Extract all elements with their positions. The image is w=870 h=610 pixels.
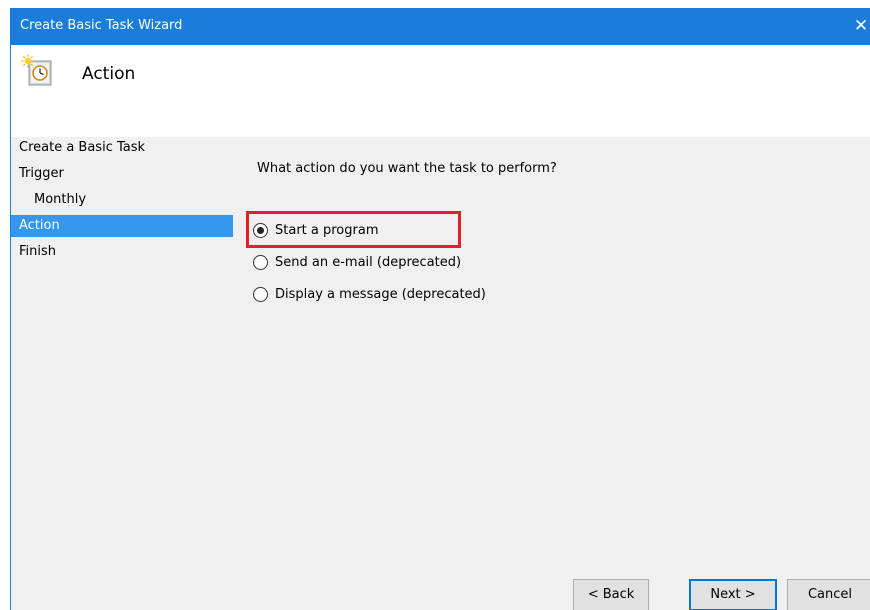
title-bar[interactable]: Create Basic Task Wizard ✕ bbox=[11, 8, 870, 45]
send-email-label[interactable]: Send an e-mail (deprecated) bbox=[275, 255, 461, 270]
step-finish: Finish bbox=[19, 244, 57, 259]
step-action: Action bbox=[11, 215, 233, 237]
start-program-option[interactable]: Start a program bbox=[253, 219, 378, 241]
step-monthly: Monthly bbox=[34, 192, 87, 207]
close-icon[interactable]: ✕ bbox=[851, 8, 870, 45]
send-email-option[interactable]: Send an e-mail (deprecated) bbox=[253, 251, 461, 273]
next-button[interactable]: Next > bbox=[689, 579, 777, 610]
step-trigger: Trigger bbox=[19, 166, 64, 181]
display-message-radio[interactable] bbox=[253, 286, 268, 302]
step-create-basic-task: Create a Basic Task bbox=[19, 140, 146, 155]
wizard-window: Create Basic Task Wizard ✕ Action Create… bbox=[10, 8, 870, 610]
page-title: Action bbox=[82, 64, 136, 84]
action-question: What action do you want the task to perf… bbox=[257, 161, 557, 176]
display-message-option[interactable]: Display a message (deprecated) bbox=[253, 283, 486, 305]
start-program-label[interactable]: Start a program bbox=[275, 223, 378, 238]
send-email-radio[interactable] bbox=[253, 254, 268, 270]
wizard-content: What action do you want the task to perf… bbox=[236, 137, 870, 610]
window-title: Create Basic Task Wizard bbox=[20, 18, 183, 33]
display-message-label[interactable]: Display a message (deprecated) bbox=[275, 287, 486, 302]
start-program-radio[interactable] bbox=[253, 222, 268, 238]
back-button[interactable]: < Back bbox=[573, 579, 649, 610]
cancel-button[interactable]: Cancel bbox=[787, 579, 870, 610]
wizard-header: Action bbox=[11, 45, 870, 137]
task-scheduler-icon bbox=[20, 54, 54, 88]
